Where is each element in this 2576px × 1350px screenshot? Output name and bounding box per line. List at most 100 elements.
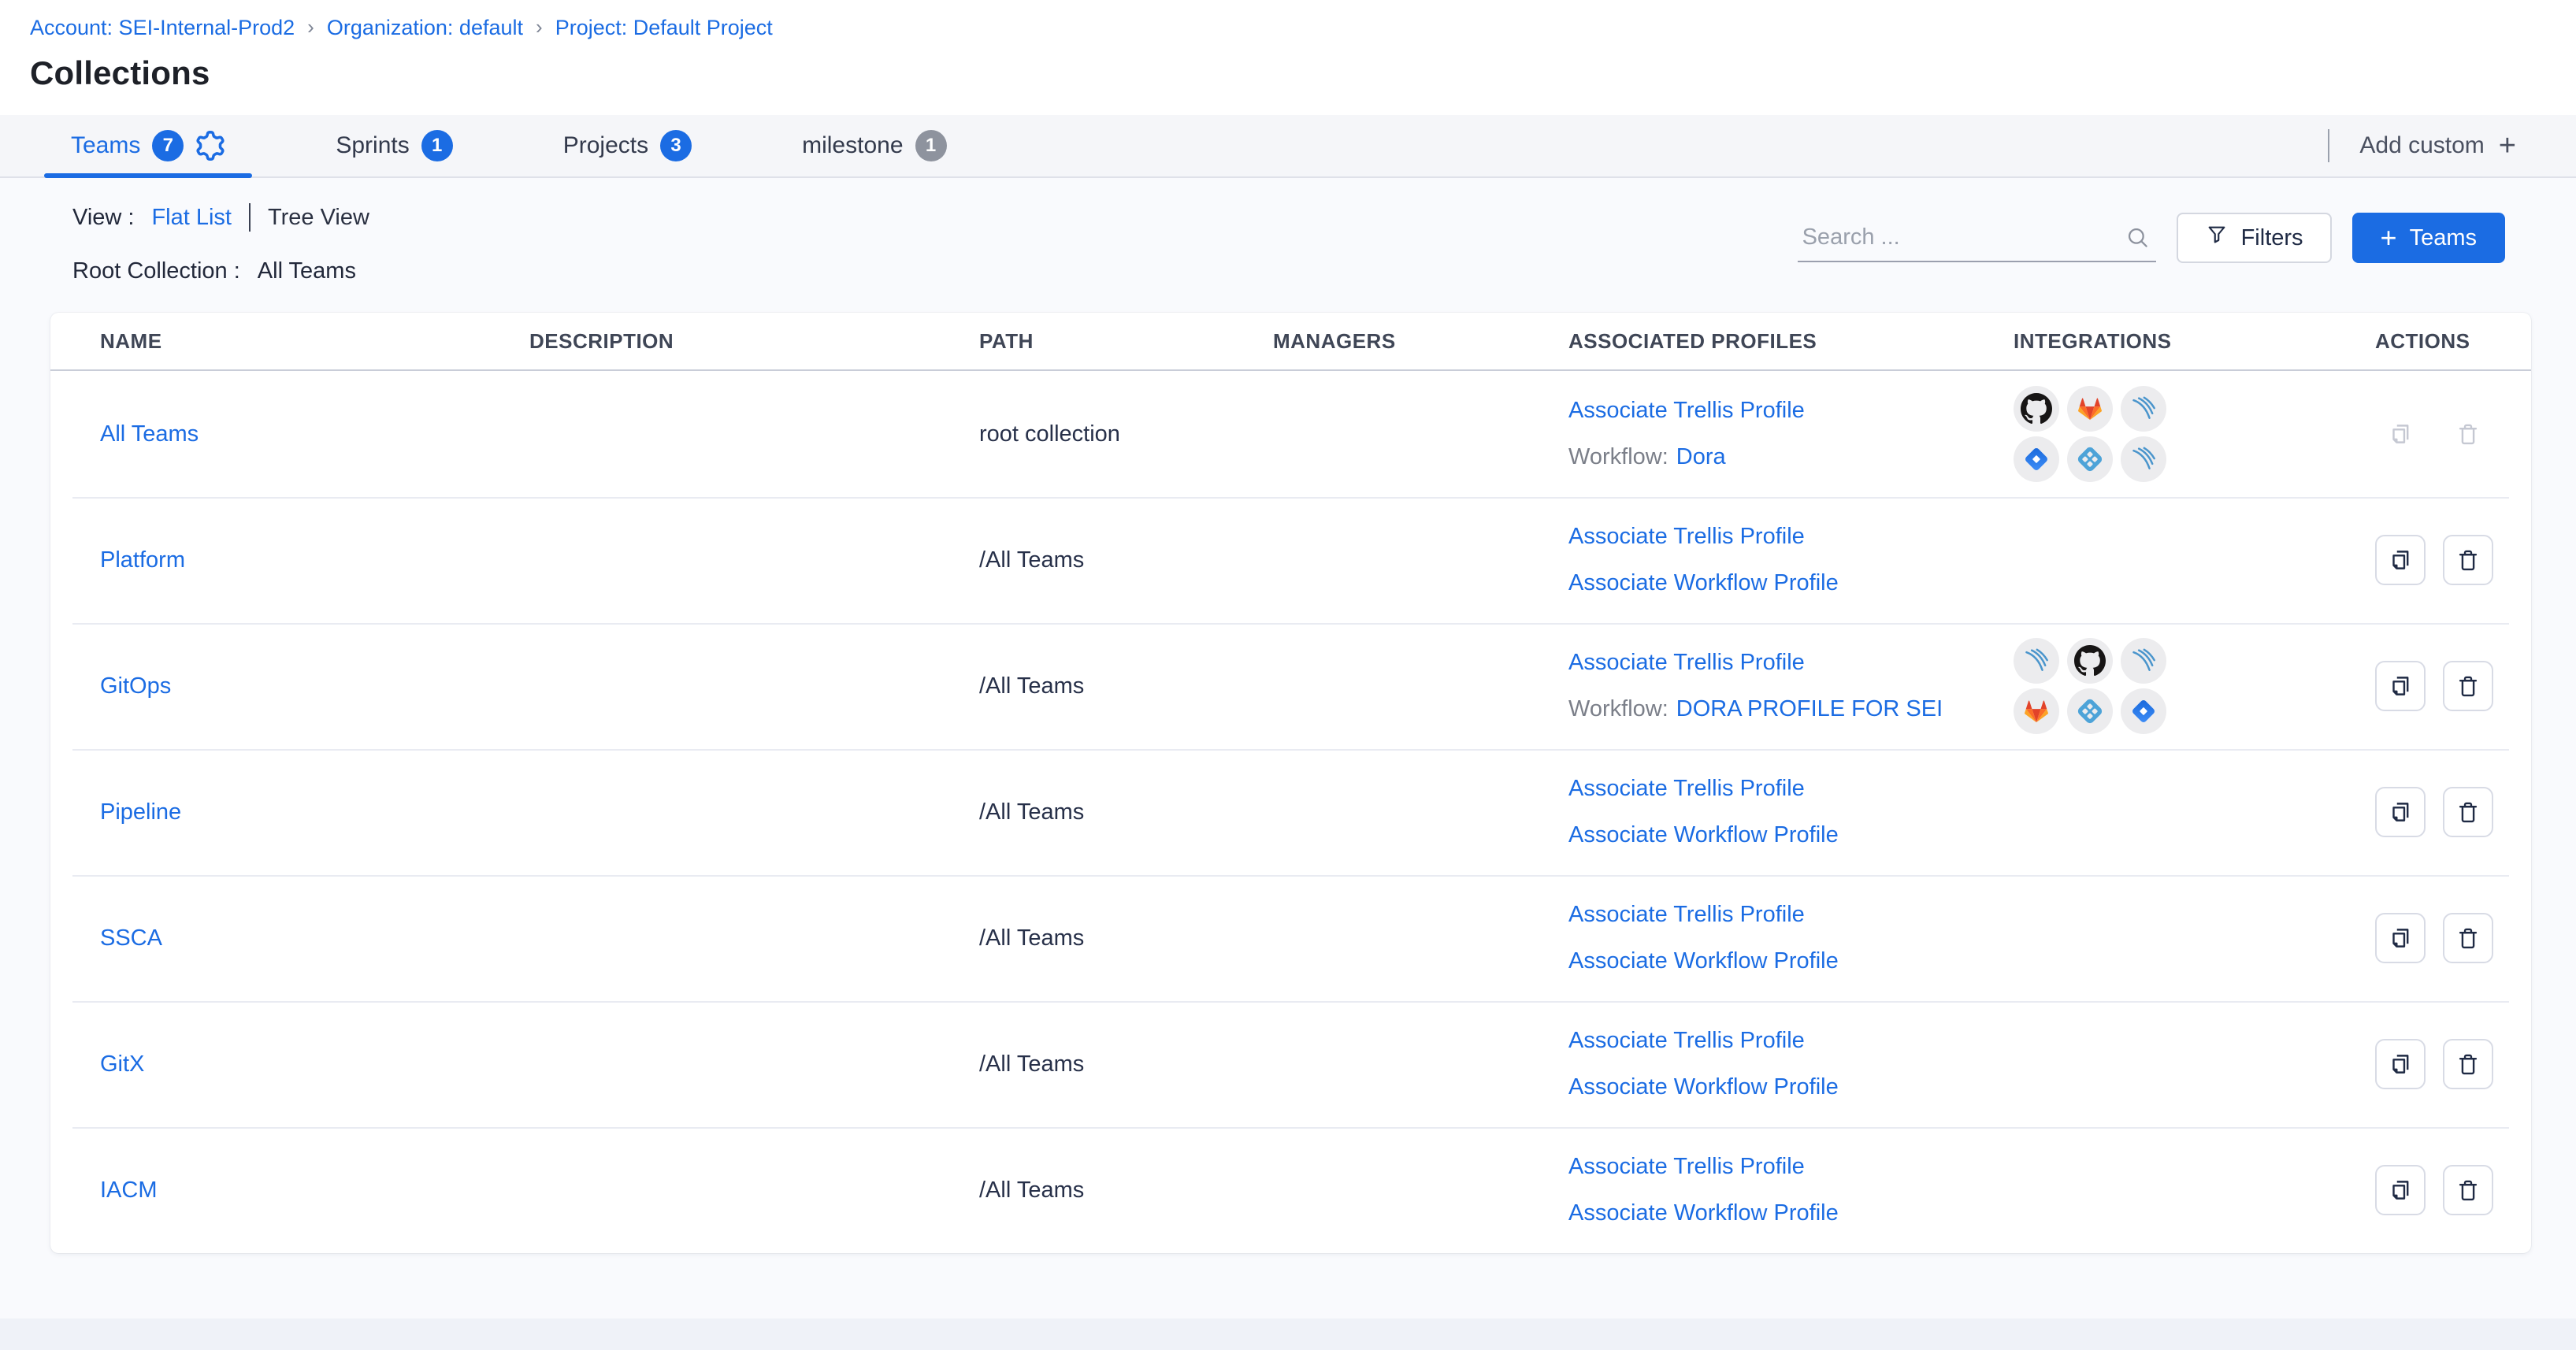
- workflow-profile-link[interactable]: Associate Workflow Profile: [1568, 1074, 1839, 1100]
- copy-button[interactable]: [2375, 787, 2426, 837]
- view-divider: [249, 203, 251, 232]
- breadcrumb-account-link[interactable]: Account: SEI-Internal-Prod2: [30, 16, 295, 40]
- page-title: Collections: [30, 54, 2576, 92]
- tab-bar: Teams 7 Sprints 1 Projects 3 milestone 1: [0, 115, 2576, 178]
- collections-table: NAME DESCRIPTION PATH MANAGERS ASSOCIATE…: [50, 313, 2531, 1253]
- tab-milestone-label: milestone: [802, 132, 903, 159]
- workflow-profile-link[interactable]: Associate Workflow Profile: [1568, 1200, 1839, 1226]
- breadcrumb-organization-link[interactable]: Organization: default: [327, 16, 523, 40]
- workflow-profile-link[interactable]: Associate Workflow Profile: [1568, 570, 1839, 596]
- associate-trellis-profile-link[interactable]: Associate Trellis Profile: [1568, 524, 1805, 549]
- breadcrumb: Account: SEI-Internal-Prod2 › Organizati…: [30, 16, 2576, 40]
- actions-cell: [2375, 661, 2531, 711]
- delete-button[interactable]: [2443, 1165, 2493, 1215]
- copy-button[interactable]: [2375, 535, 2426, 585]
- actions-cell: [2375, 787, 2531, 837]
- harness-icon: [2014, 638, 2059, 684]
- tab-sprints-label: Sprints: [336, 132, 409, 159]
- associate-trellis-profile-link[interactable]: Associate Trellis Profile: [1568, 902, 1805, 927]
- filters-button[interactable]: Filters: [2177, 213, 2332, 263]
- tab-projects[interactable]: Projects 3: [536, 115, 718, 176]
- column-header-integrations: INTEGRATIONS: [2014, 329, 2375, 354]
- copy-button[interactable]: [2375, 1039, 2426, 1089]
- collection-name-link[interactable]: GitX: [100, 1051, 144, 1077]
- associate-trellis-profile-link[interactable]: Associate Trellis Profile: [1568, 1028, 1805, 1053]
- delete-button[interactable]: [2443, 661, 2493, 711]
- breadcrumb-project-link[interactable]: Project: Default Project: [555, 16, 773, 40]
- copy-button[interactable]: [2375, 913, 2426, 963]
- column-header-description: DESCRIPTION: [529, 329, 979, 354]
- path-cell: /All Teams: [979, 799, 1273, 825]
- associate-trellis-profile-link[interactable]: Associate Trellis Profile: [1568, 776, 1805, 801]
- diamond-grid-icon: [2067, 436, 2113, 482]
- controls-row: View : Flat List Tree View Root Collecti…: [0, 178, 2576, 284]
- collection-name-link[interactable]: IACM: [100, 1178, 158, 1203]
- delete-button[interactable]: [2443, 913, 2493, 963]
- associated-profiles-cell: Associate Trellis Profile Workflow: DORA…: [1568, 650, 2014, 722]
- workflow-profile-link[interactable]: Dora: [1676, 444, 1726, 470]
- page-header: Account: SEI-Internal-Prod2 › Organizati…: [0, 0, 2576, 115]
- tab-milestone[interactable]: milestone 1: [775, 115, 973, 176]
- path-cell: root collection: [979, 421, 1273, 447]
- column-header-managers: MANAGERS: [1273, 329, 1568, 354]
- associate-trellis-profile-link[interactable]: Associate Trellis Profile: [1568, 1154, 1805, 1179]
- jira-icon: [2121, 688, 2166, 734]
- add-teams-label: Teams: [2410, 225, 2477, 251]
- associated-profiles-cell: Associate Trellis Profile Associate Work…: [1568, 902, 2014, 974]
- tab-sprints[interactable]: Sprints 1: [309, 115, 479, 176]
- workflow-profile-link[interactable]: Associate Workflow Profile: [1568, 948, 1839, 974]
- associate-trellis-profile-link[interactable]: Associate Trellis Profile: [1568, 650, 1805, 675]
- workflow-label: Workflow:: [1568, 696, 1668, 722]
- workflow-profile-link[interactable]: DORA PROFILE FOR SEI: [1676, 696, 1943, 722]
- delete-button[interactable]: [2443, 1039, 2493, 1089]
- collections-page: Account: SEI-Internal-Prod2 › Organizati…: [0, 0, 2576, 1253]
- bottom-band: [0, 1318, 2576, 1350]
- add-teams-button[interactable]: + Teams: [2352, 213, 2505, 263]
- tree-view-link[interactable]: Tree View: [268, 205, 369, 231]
- delete-button[interactable]: [2443, 535, 2493, 585]
- delete-button: [2443, 409, 2493, 459]
- view-label: View :: [72, 205, 134, 231]
- collection-name-link[interactable]: Platform: [100, 547, 185, 573]
- chevron-right-icon: ›: [307, 15, 314, 39]
- table-row: Pipeline /All Teams Associate Trellis Pr…: [50, 749, 2531, 875]
- associated-profiles-cell: Associate Trellis Profile Associate Work…: [1568, 524, 2014, 596]
- tab-milestone-count-badge: 1: [915, 130, 947, 161]
- actions-cell: [2375, 1039, 2531, 1089]
- tab-teams[interactable]: Teams 7: [44, 115, 252, 176]
- flat-list-link[interactable]: Flat List: [151, 205, 232, 231]
- associate-trellis-profile-link[interactable]: Associate Trellis Profile: [1568, 398, 1805, 423]
- harness-icon: [2121, 436, 2166, 482]
- workflow-label: Workflow:: [1568, 444, 1668, 470]
- collection-name-link[interactable]: SSCA: [100, 925, 162, 951]
- plus-icon: +: [2381, 224, 2397, 252]
- root-collection-value: All Teams: [258, 258, 356, 284]
- main-content: View : Flat List Tree View Root Collecti…: [0, 178, 2576, 1253]
- table-row: All Teams root collection Associate Trel…: [50, 371, 2531, 497]
- tab-teams-count-badge: 7: [152, 130, 184, 161]
- table-body: All Teams root collection Associate Trel…: [50, 371, 2531, 1253]
- collection-name-link[interactable]: Pipeline: [100, 799, 181, 825]
- workflow-profile-link[interactable]: Associate Workflow Profile: [1568, 822, 1839, 848]
- root-collection-label: Root Collection :: [72, 258, 240, 284]
- path-cell: /All Teams: [979, 547, 1273, 573]
- column-header-associated-profiles: ASSOCIATED PROFILES: [1568, 329, 2014, 354]
- delete-button[interactable]: [2443, 787, 2493, 837]
- collection-name-link[interactable]: All Teams: [100, 421, 199, 447]
- search-input[interactable]: [1798, 224, 2105, 250]
- add-custom-area: Add custom +: [2328, 115, 2516, 176]
- gear-icon[interactable]: [195, 131, 225, 161]
- table-row: GitX /All Teams Associate Trellis Profil…: [50, 1001, 2531, 1127]
- github-icon: [2067, 638, 2113, 684]
- tab-bar-divider: [2328, 129, 2329, 162]
- harness-icon: [2121, 386, 2166, 432]
- path-cell: /All Teams: [979, 1178, 1273, 1204]
- chevron-right-icon: ›: [536, 15, 543, 39]
- copy-button[interactable]: [2375, 661, 2426, 711]
- collection-name-link[interactable]: GitOps: [100, 673, 171, 699]
- path-cell: /All Teams: [979, 925, 1273, 951]
- add-custom-button[interactable]: Add custom +: [2359, 131, 2516, 161]
- copy-button[interactable]: [2375, 1165, 2426, 1215]
- actions-cell: [2375, 913, 2531, 963]
- associated-profiles-cell: Associate Trellis Profile Associate Work…: [1568, 1154, 2014, 1226]
